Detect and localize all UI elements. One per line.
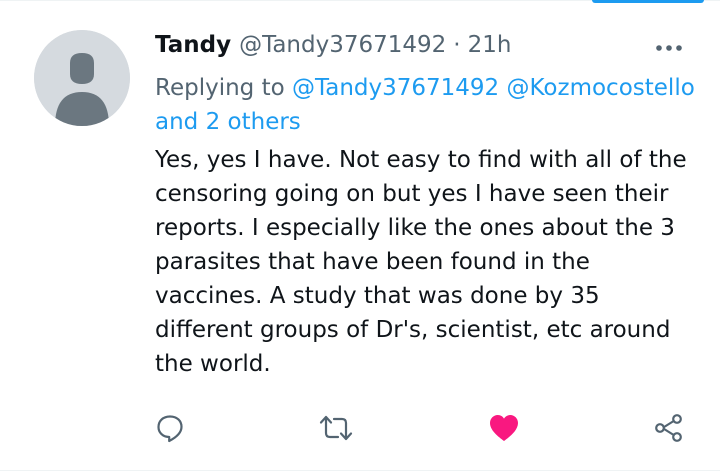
tweet-text-line: different groups of Dr's, scientist, etc… [155, 317, 671, 343]
tweet-text-line: the world. [155, 351, 271, 377]
reply-button[interactable] [152, 410, 188, 446]
mention-link[interactable]: @Kozmocostello [507, 75, 695, 101]
author-name[interactable]: Tandy [155, 32, 231, 58]
more-options-button[interactable] [652, 36, 686, 60]
author-handle[interactable]: @Tandy37671492 [239, 32, 446, 58]
mention-link[interactable]: @Tandy37671492 [292, 75, 499, 101]
tweet-text-line: censoring going on but yes I have seen t… [155, 181, 669, 207]
tweet-timestamp[interactable]: 21h [468, 32, 512, 58]
reply-context: Replying to @Tandy37671492 @Kozmocostell… [155, 71, 700, 139]
tweet-text: Yes, yes I have. Not easy to find with a… [155, 143, 700, 381]
tweet-text-line: reports. I especially like the ones abou… [155, 215, 675, 241]
header-separator: · [453, 32, 461, 58]
bottom-divider [0, 470, 720, 471]
share-icon [655, 414, 682, 442]
share-button[interactable] [651, 410, 687, 446]
tweet-text-line: vaccines. A study that was done by 35 [155, 283, 600, 309]
default-profile-icon [34, 30, 130, 126]
avatar[interactable] [34, 30, 130, 126]
follow-button-edge[interactable] [592, 0, 704, 3]
like-button[interactable] [486, 410, 522, 446]
replying-to-label: Replying to [155, 75, 285, 101]
more-horizontal-icon [656, 45, 682, 51]
heart-icon [490, 415, 518, 441]
retweet-icon [319, 415, 353, 441]
retweet-button[interactable] [318, 410, 354, 446]
tweet-text-line: parasites that have been found in the [155, 249, 590, 275]
tweet-text-line: Yes, yes I have. Not easy to find with a… [155, 147, 687, 173]
reply-bubble-icon [157, 415, 183, 443]
tweet-header: Tandy @Tandy37671492 · 21h [155, 30, 511, 60]
others-link[interactable]: and 2 others [155, 109, 301, 135]
